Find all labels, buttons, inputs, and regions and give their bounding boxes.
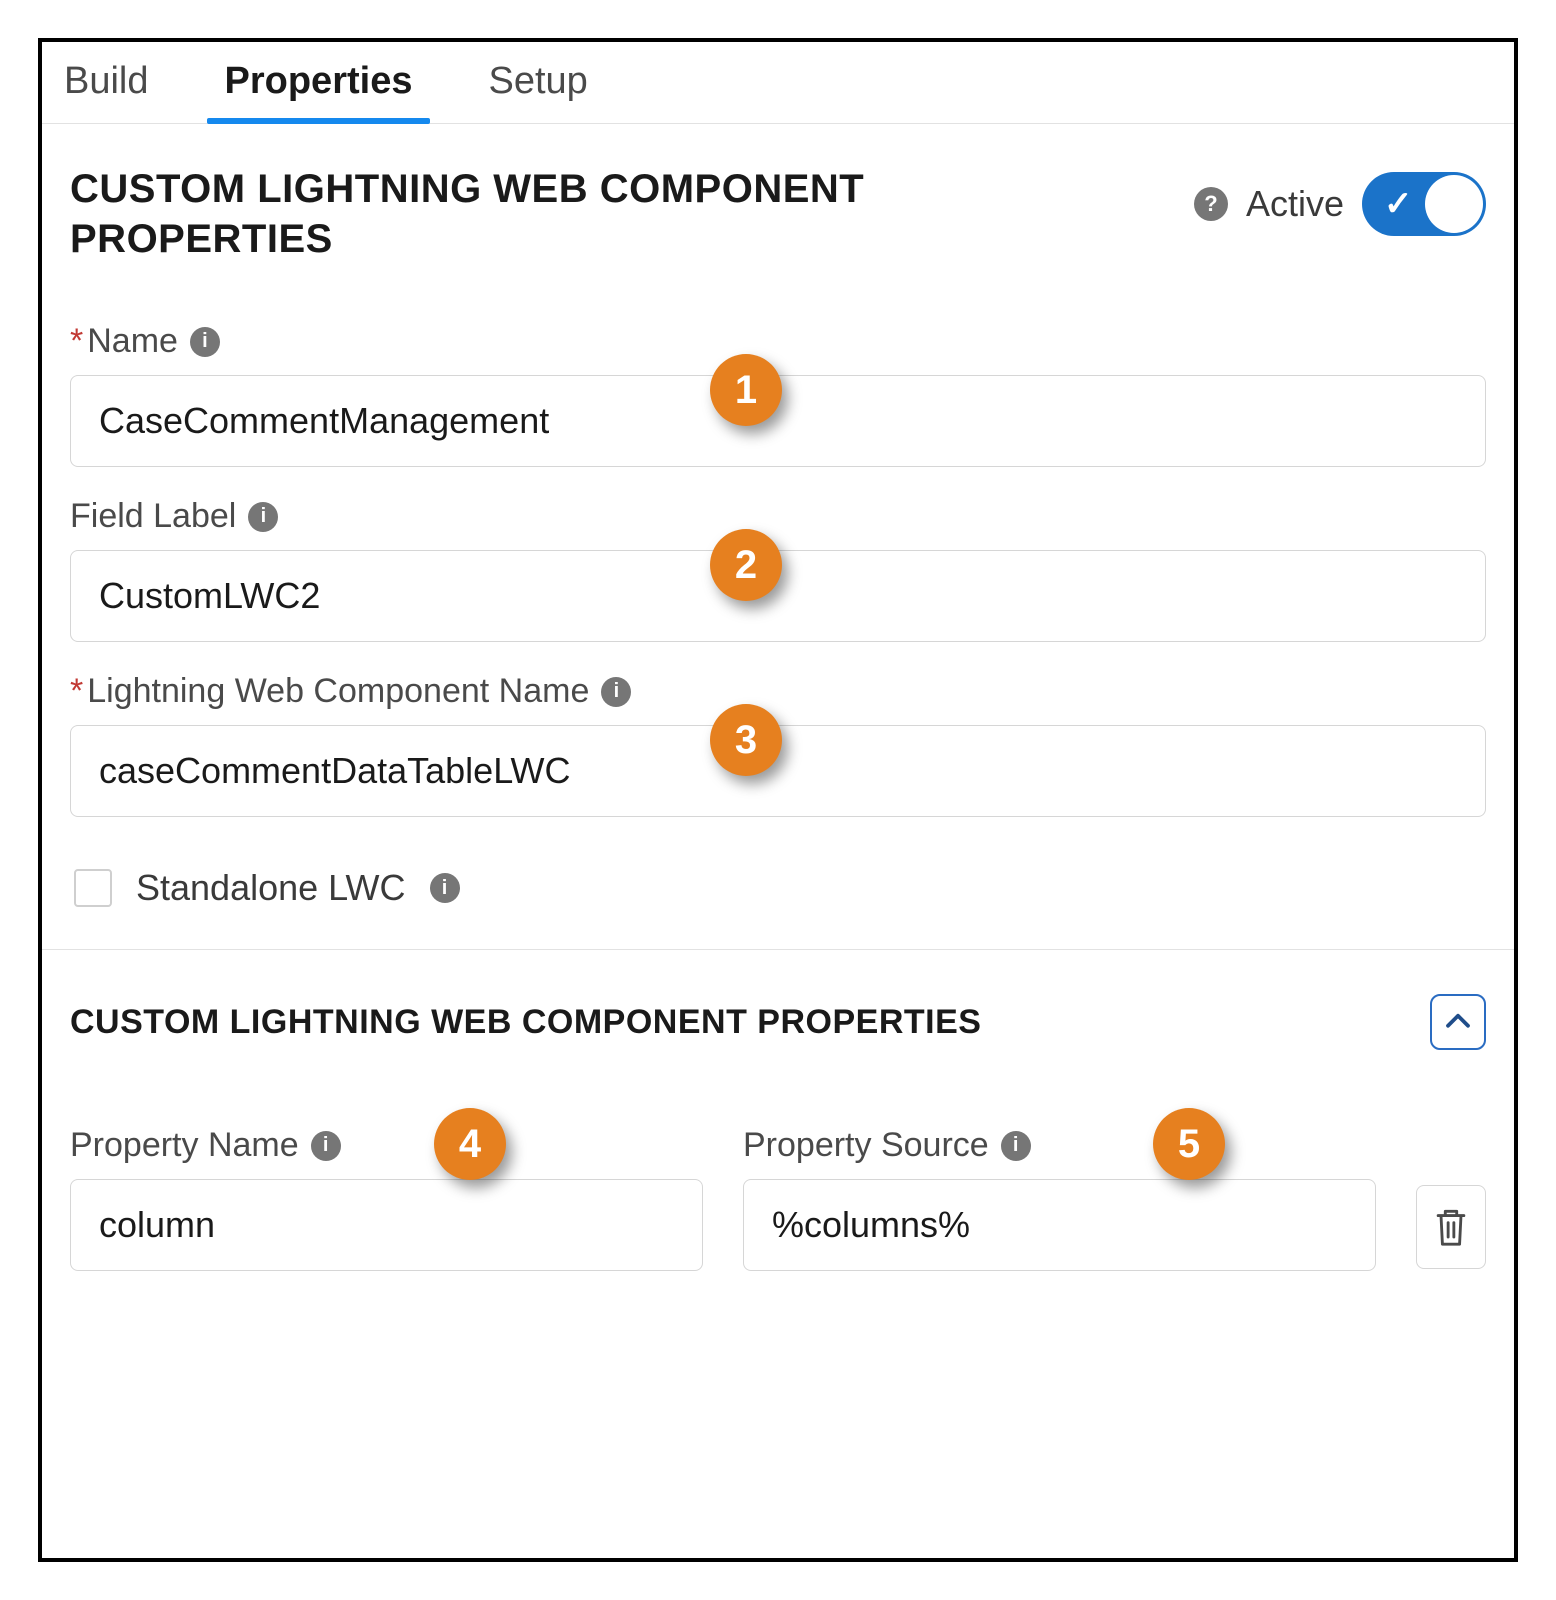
standalone-checkbox[interactable] <box>74 869 112 907</box>
tab-build[interactable]: Build <box>64 60 149 123</box>
chevron-up-icon <box>1443 1007 1473 1037</box>
help-icon[interactable]: ? <box>1194 187 1228 221</box>
checkmark-icon: ✓ <box>1384 184 1413 224</box>
toggle-knob <box>1425 175 1483 233</box>
collapse-button[interactable] <box>1430 994 1486 1050</box>
info-icon[interactable]: i <box>1001 1131 1031 1161</box>
info-icon[interactable]: i <box>311 1131 341 1161</box>
tab-properties[interactable]: Properties <box>225 60 413 123</box>
property-source-label: Property Source <box>743 1126 989 1165</box>
lwc-name-label-row: *Lightning Web Component Name i <box>70 672 1486 711</box>
section-title: CUSTOM LIGHTNING WEB COMPONENT PROPERTIE… <box>70 164 970 264</box>
info-icon[interactable]: i <box>190 327 220 357</box>
standalone-checkbox-row: Standalone LWC i <box>70 867 1486 949</box>
sub-section-header: CUSTOM LIGHTNING WEB COMPONENT PROPERTIE… <box>70 950 1486 1056</box>
field-label-field: Field Label i 2 <box>70 497 1486 642</box>
active-label: Active <box>1246 183 1344 225</box>
active-toggle-group: ? Active ✓ <box>1194 164 1486 236</box>
lwc-name-field: *Lightning Web Component Name i 3 <box>70 672 1486 817</box>
info-icon[interactable]: i <box>248 502 278 532</box>
standalone-label: Standalone LWC <box>136 867 406 909</box>
property-name-col: Property Name i 4 <box>70 1126 703 1271</box>
property-name-label-row: Property Name i <box>70 1126 703 1165</box>
property-row: Property Name i 4 Property Source i 5 <box>70 1126 1486 1271</box>
tab-setup[interactable]: Setup <box>488 60 587 123</box>
name-input[interactable] <box>70 375 1486 467</box>
properties-panel: Build Properties Setup CUSTOM LIGHTNING … <box>38 38 1518 1562</box>
property-name-label: Property Name <box>70 1126 299 1165</box>
section-header: CUSTOM LIGHTNING WEB COMPONENT PROPERTIE… <box>70 164 1486 276</box>
lwc-name-label: Lightning Web Component Name <box>87 672 589 710</box>
property-source-label-row: Property Source i <box>743 1126 1376 1165</box>
active-toggle[interactable]: ✓ <box>1362 172 1486 236</box>
tab-content: CUSTOM LIGHTNING WEB COMPONENT PROPERTIE… <box>42 124 1514 1291</box>
name-field: *Name i 1 <box>70 322 1486 467</box>
name-label: Name <box>87 322 178 360</box>
tab-bar: Build Properties Setup <box>42 42 1514 124</box>
trash-icon <box>1433 1207 1469 1247</box>
lwc-name-input[interactable] <box>70 725 1486 817</box>
name-label-row: *Name i <box>70 322 1486 361</box>
field-label-input[interactable] <box>70 550 1486 642</box>
sub-section-title: CUSTOM LIGHTNING WEB COMPONENT PROPERTIE… <box>70 1003 981 1042</box>
field-label-label: Field Label <box>70 497 236 536</box>
required-star: * <box>70 322 83 360</box>
property-name-input[interactable] <box>70 1179 703 1271</box>
required-star: * <box>70 672 83 710</box>
info-icon[interactable]: i <box>601 677 631 707</box>
info-icon[interactable]: i <box>430 873 460 903</box>
field-label-label-row: Field Label i <box>70 497 1486 536</box>
delete-property-button[interactable] <box>1416 1185 1486 1269</box>
property-source-col: Property Source i 5 <box>743 1126 1376 1271</box>
property-source-input[interactable] <box>743 1179 1376 1271</box>
